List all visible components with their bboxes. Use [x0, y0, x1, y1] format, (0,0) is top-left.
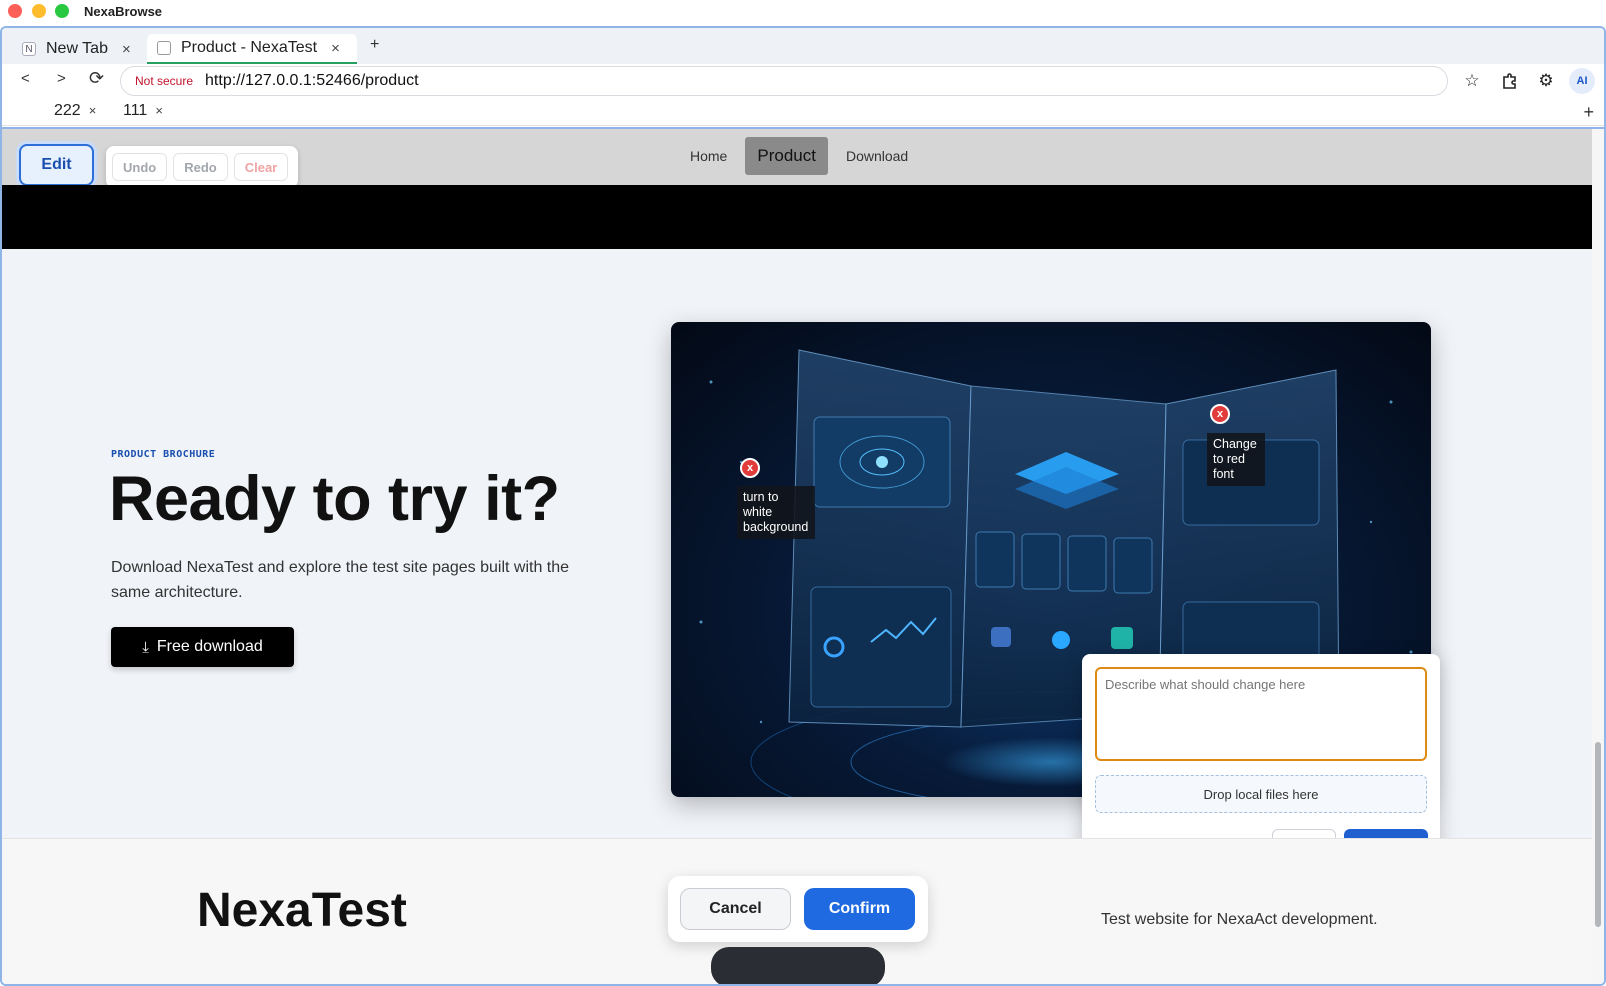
annotation-marker-1[interactable]: x: [740, 458, 760, 478]
maximize-window-button[interactable]: [55, 4, 69, 18]
file-drop-zone[interactable]: Drop local files here: [1095, 775, 1427, 813]
ai-assistant-button[interactable]: AI: [1569, 68, 1595, 94]
cancel-edits-button[interactable]: Cancel: [680, 888, 791, 930]
toolbar: < > ⟳ Not secure http://127.0.0.1:52466/…: [2, 64, 1604, 100]
download-label: Free download: [156, 638, 263, 655]
add-bookmark-icon[interactable]: +: [1583, 102, 1594, 123]
tab-new-tab[interactable]: N New Tab ×: [22, 34, 131, 64]
close-tab-icon[interactable]: ×: [331, 40, 340, 57]
footer-brand: NexaTest: [197, 884, 407, 937]
close-tab-icon[interactable]: ×: [122, 41, 131, 58]
url-text[interactable]: http://127.0.0.1:52466/product: [205, 72, 419, 90]
minimize-window-button[interactable]: [32, 4, 46, 18]
remove-bookmark-icon[interactable]: ×: [89, 103, 97, 118]
bookmark-label: 111: [123, 102, 148, 119]
download-icon: ⤓: [142, 638, 149, 656]
window-titlebar: NexaBrowse: [0, 0, 1606, 26]
browser-window: N New Tab × Product - NexaTest × + < > ⟳…: [0, 26, 1606, 986]
nexa-favicon-icon: N: [22, 42, 36, 56]
tab-label: Product - NexaTest: [181, 39, 318, 56]
site-nav: Home Product Download: [690, 137, 908, 175]
redo-button[interactable]: Redo: [173, 153, 228, 181]
confirm-edits-button[interactable]: Confirm: [804, 888, 915, 930]
annotation-note-1[interactable]: turn to white background: [737, 486, 815, 539]
annotation-note-popup: Drop local files here Cancel Save note: [1082, 654, 1440, 868]
bookmark-star-icon[interactable]: ☆: [1460, 69, 1484, 93]
close-window-button[interactable]: [8, 4, 22, 18]
settings-gear-icon[interactable]: ⚙: [1534, 69, 1558, 93]
nav-home-link[interactable]: Home: [690, 141, 727, 171]
scrollbar-thumb[interactable]: [1595, 742, 1601, 927]
bookmark-item[interactable]: 222 ×: [54, 102, 96, 120]
security-indicator[interactable]: Not secure: [135, 74, 193, 88]
footer-tagline: Test website for NexaAct development.: [1101, 911, 1378, 928]
floating-toolbar-pill[interactable]: [711, 947, 885, 984]
free-download-button[interactable]: ⤓ Free download: [111, 627, 294, 667]
page-scrollbar[interactable]: [1592, 129, 1604, 984]
annotation-marker-2[interactable]: x: [1210, 404, 1230, 424]
hero-title: Ready to try it?: [109, 464, 560, 534]
confirm-bar: Cancel Confirm: [668, 876, 928, 942]
clear-button[interactable]: Clear: [233, 153, 289, 181]
forward-icon[interactable]: >: [57, 70, 66, 87]
tab-bar: N New Tab × Product - NexaTest × +: [2, 28, 1604, 64]
note-description-input[interactable]: [1095, 667, 1427, 761]
undo-button[interactable]: Undo: [112, 153, 168, 181]
hero-eyebrow: PRODUCT BROCHURE: [111, 449, 216, 460]
back-icon[interactable]: <: [21, 70, 30, 87]
bookmarks-bar: 222 × 111 × +: [2, 100, 1604, 126]
remove-bookmark-icon[interactable]: ×: [155, 103, 163, 118]
extensions-icon[interactable]: [1498, 69, 1522, 93]
nav-product-link[interactable]: Product: [745, 137, 828, 175]
tab-label: New Tab: [46, 40, 108, 57]
page-viewport: t Home Product Download Edit Undo Redo C…: [2, 127, 1604, 984]
app-title: NexaBrowse: [84, 4, 163, 19]
hero-description: Download NexaTest and explore the test s…: [111, 559, 570, 601]
page-favicon-icon: [157, 41, 171, 55]
banner-strip: [2, 185, 1604, 249]
bookmark-item[interactable]: 111 ×: [123, 102, 163, 120]
edit-toolbar: Undo Redo Clear: [106, 146, 298, 188]
annotation-note-2[interactable]: Change to red font: [1207, 433, 1265, 486]
reload-icon[interactable]: ⟳: [89, 68, 104, 89]
url-bar[interactable]: Not secure http://127.0.0.1:52466/produc…: [120, 66, 1448, 96]
tab-product[interactable]: Product - NexaTest ×: [147, 34, 357, 64]
edit-mode-button[interactable]: Edit: [19, 144, 94, 186]
nav-download-link[interactable]: Download: [846, 141, 908, 171]
bookmark-label: 222: [54, 102, 81, 119]
new-tab-button[interactable]: +: [370, 36, 379, 54]
